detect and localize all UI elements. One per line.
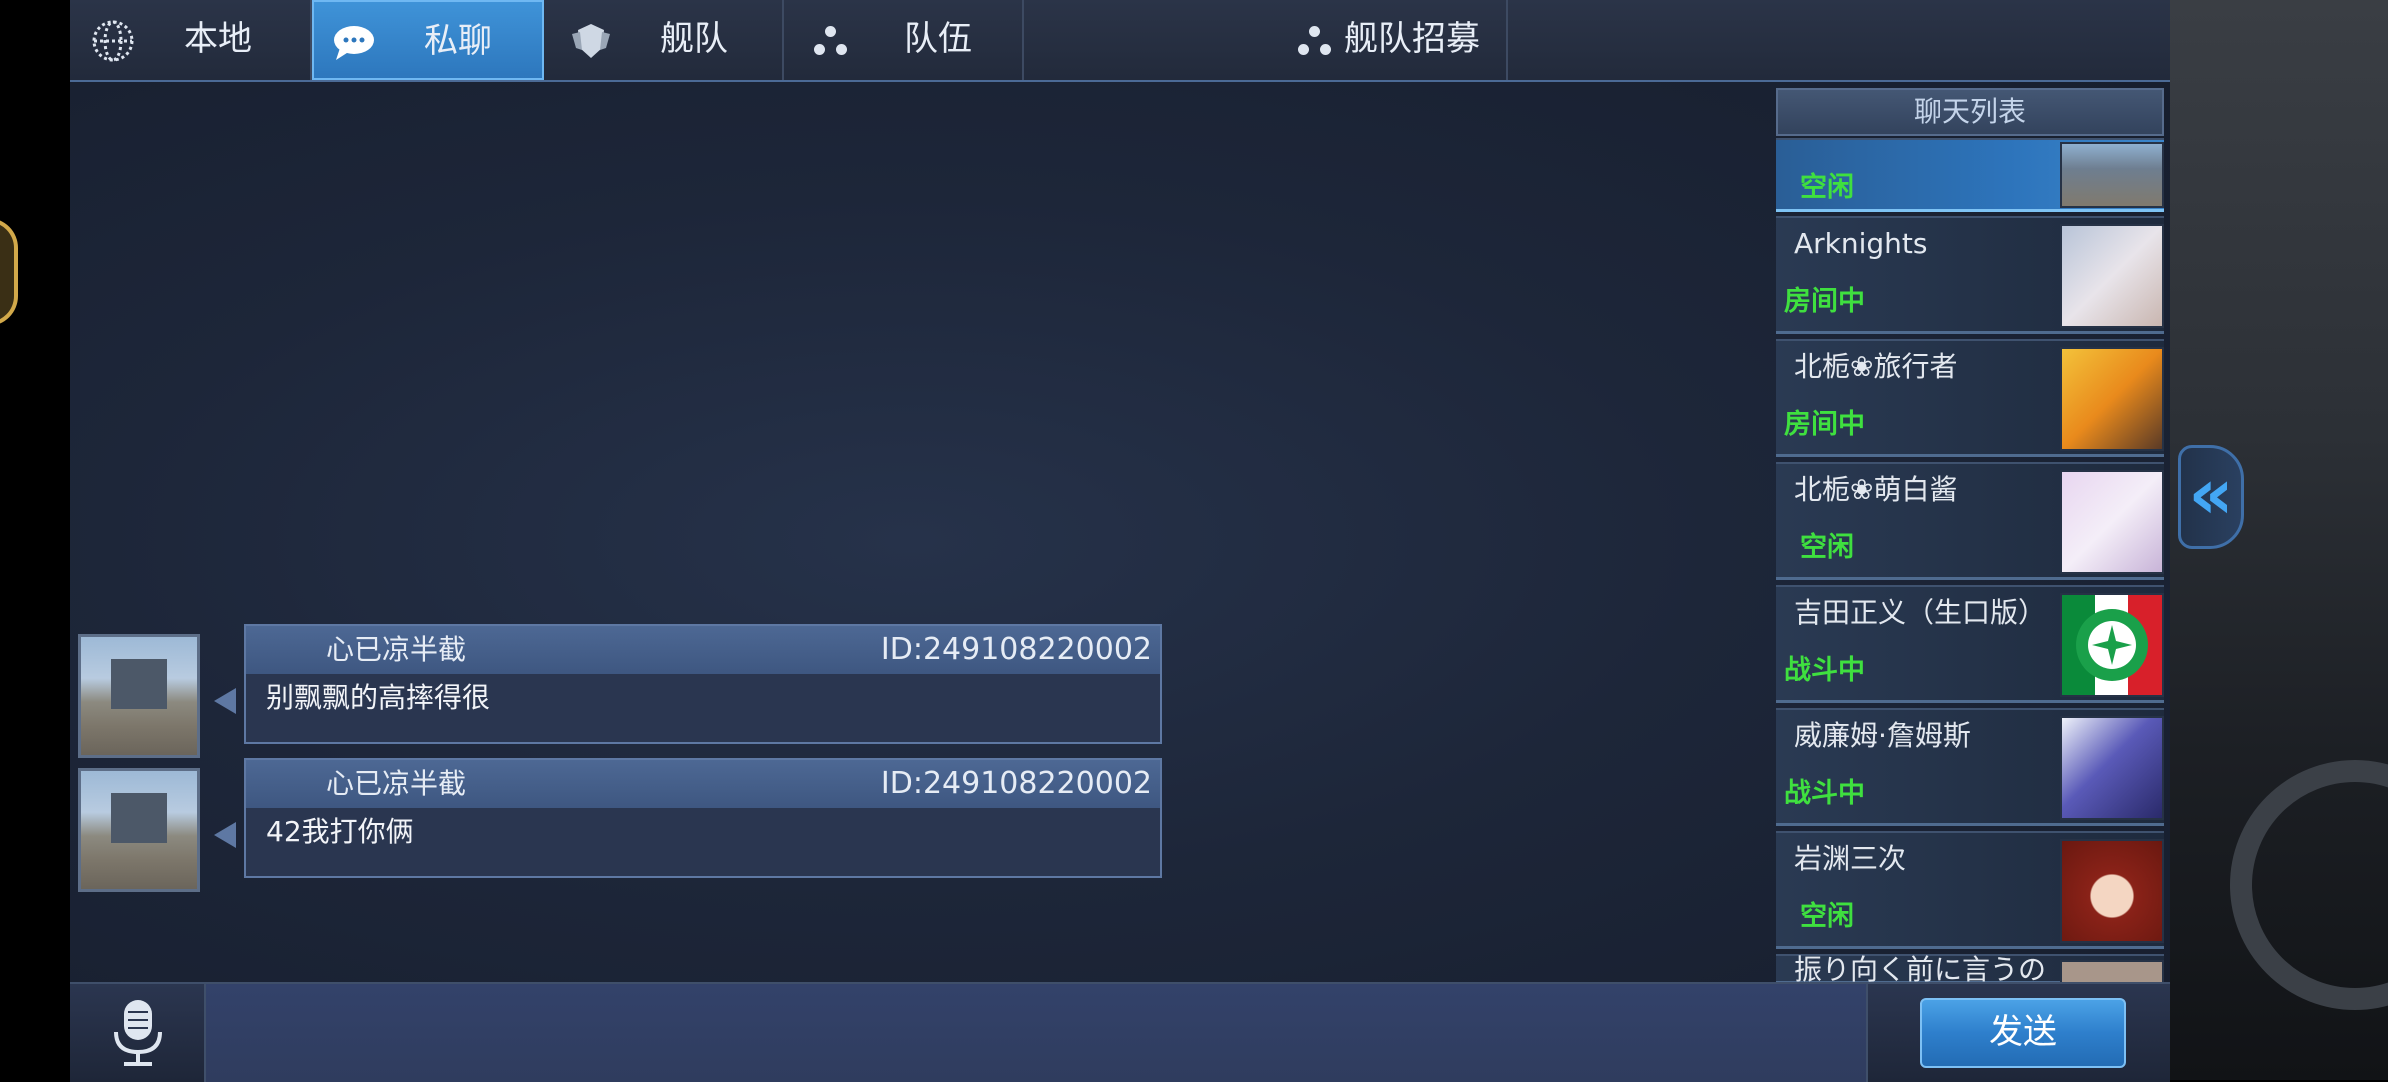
contact-status: 空闲 <box>1800 901 1854 932</box>
channel-tab-bar: 本地 私聊 舰队 队伍 舰队招募 <box>70 0 2170 82</box>
contact-status: 房间中 <box>1784 409 1865 440</box>
contact-name: 岩渊三次 <box>1794 842 1907 875</box>
contact-name: 吉田正义（生口版） <box>1794 596 2047 629</box>
chat-list-panel: 聊天列表 空闲 Arknights 房间中 北栀❀旅行者 房间中 北栀❀萌白酱 … <box>1776 88 2164 982</box>
message-bubble: 心已凉半截 ID:249108220002 别飘飘的高摔得很 <box>244 624 1162 744</box>
sender-id: ID:249108220002 <box>880 632 1152 667</box>
voice-input-button[interactable] <box>70 984 206 1082</box>
team-dots-icon <box>808 18 854 64</box>
message-header: 心已凉半截 ID:249108220002 <box>246 760 1160 808</box>
tab-fleet-label: 舰队 <box>660 19 728 59</box>
tab-fleet[interactable]: 舰队 <box>544 0 784 80</box>
contact-status: 战斗中 <box>1784 655 1865 686</box>
contact-avatar <box>2060 716 2164 820</box>
sender-avatar[interactable] <box>78 634 200 758</box>
bubble-pointer <box>214 688 236 714</box>
contact-status: 战斗中 <box>1784 778 1865 809</box>
contact-avatar <box>2060 347 2164 451</box>
contact-avatar <box>2060 224 2164 328</box>
tab-private-chat-label: 私聊 <box>424 21 492 61</box>
message-text: 42我打你俩 <box>266 815 414 848</box>
tab-fleet-recruit[interactable]: 舰队招募 <box>1024 0 1508 80</box>
sender-name[interactable]: 心已凉半截 <box>326 764 466 804</box>
chat-list-item[interactable]: 北栀❀萌白酱 空闲 <box>1776 462 2164 580</box>
chat-list-title: 聊天列表 <box>1776 88 2164 136</box>
sender-avatar[interactable] <box>78 768 200 892</box>
tab-team[interactable]: 队伍 <box>784 0 1024 80</box>
chat-list-item[interactable]: 吉田正义（生口版） 战斗中 <box>1776 585 2164 703</box>
contact-name: 北栀❀萌白酱 <box>1794 473 1958 506</box>
message-header: 心已凉半截 ID:249108220002 <box>246 626 1160 674</box>
contact-name: 北栀❀旅行者 <box>1794 350 1958 383</box>
tab-local-label: 本地 <box>184 19 252 59</box>
left-edge-badge <box>0 218 18 326</box>
chat-list-item[interactable]: 威廉姆·詹姆斯 战斗中 <box>1776 708 2164 826</box>
globe-icon <box>90 18 136 64</box>
bubble-pointer <box>214 822 236 848</box>
contact-name: 威廉姆·詹姆斯 <box>1794 719 1971 752</box>
contact-avatar <box>2060 470 2164 574</box>
microphone-icon <box>108 998 168 1072</box>
chat-message: 心已凉半截 ID:249108220002 42我打你俩 <box>78 758 1163 892</box>
chat-list-item[interactable]: 北栀❀旅行者 房间中 <box>1776 339 2164 457</box>
tab-private-chat[interactable]: 私聊 <box>312 0 544 80</box>
send-button[interactable]: 发送 <box>1920 998 2126 1068</box>
sender-id: ID:249108220002 <box>880 766 1152 801</box>
tab-team-label: 队伍 <box>904 19 972 59</box>
contact-status: 空闲 <box>1800 172 1854 203</box>
chat-message-input[interactable] <box>206 984 1868 1082</box>
message-bubble: 心已凉半截 ID:249108220002 42我打你俩 <box>244 758 1162 878</box>
chat-message: 心已凉半截 ID:249108220002 别飘飘的高摔得很 <box>78 624 1163 758</box>
message-text: 别飘飘的高摔得很 <box>266 681 491 714</box>
contact-status: 房间中 <box>1784 286 1865 317</box>
contact-avatar <box>2060 839 2164 943</box>
chat-list-item[interactable]: Arknights 房间中 <box>1776 216 2164 334</box>
contact-name: Arknights <box>1794 227 1928 260</box>
collapse-chat-list-button[interactable]: « <box>2178 445 2244 549</box>
contact-avatar <box>2060 960 2164 982</box>
tab-fleet-recruit-label: 舰队招募 <box>1344 19 1480 59</box>
chat-list-item[interactable]: 岩渊三次 空闲 <box>1776 831 2164 949</box>
team-dots-icon <box>1292 18 1338 64</box>
chat-list-item[interactable]: 空闲 <box>1776 138 2164 212</box>
contact-avatar <box>2060 142 2164 208</box>
input-bar: 发送 <box>70 982 2170 1082</box>
fleet-shield-icon <box>568 18 614 64</box>
contact-name: 振り向く前に言うの <box>1794 953 2047 982</box>
chat-list-item[interactable]: 振り向く前に言うの <box>1776 953 2164 982</box>
tab-local[interactable]: 本地 <box>70 0 312 80</box>
chat-bubbles-icon <box>332 20 378 66</box>
sender-name[interactable]: 心已凉半截 <box>326 630 466 670</box>
contact-avatar <box>2060 593 2164 697</box>
contact-status: 空闲 <box>1800 532 1854 563</box>
